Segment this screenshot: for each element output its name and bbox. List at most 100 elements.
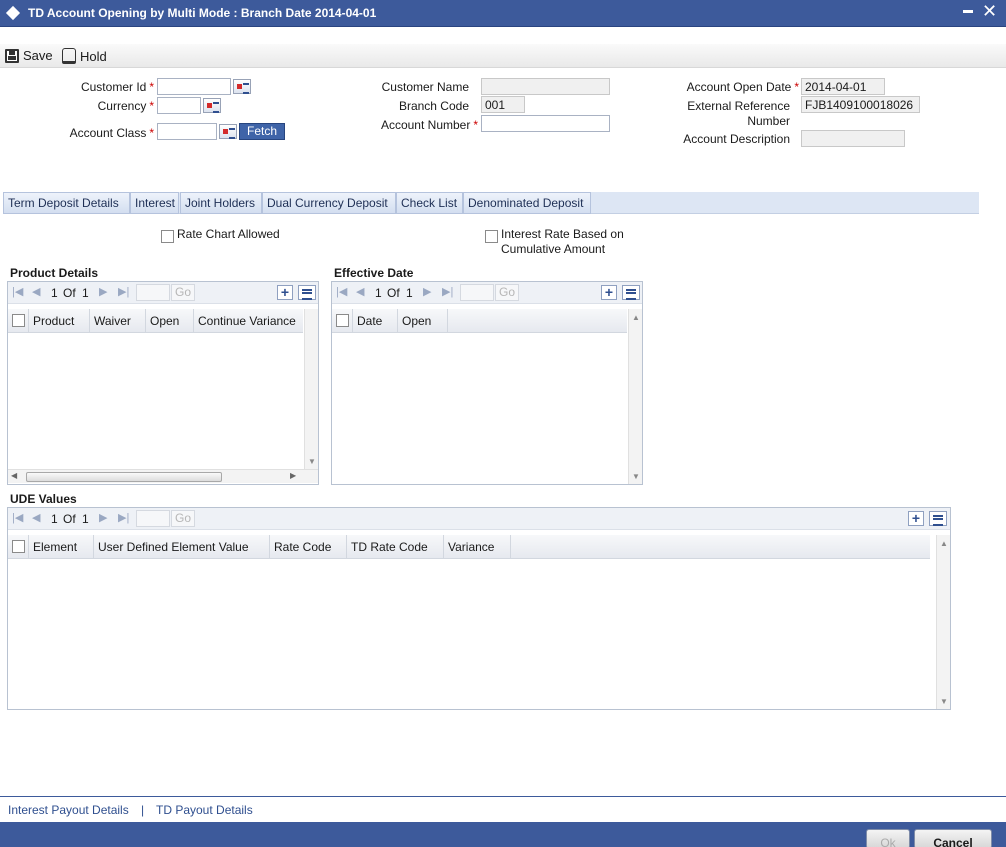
tab-joint-holders[interactable]: Joint Holders — [180, 192, 262, 214]
scroll-down-icon[interactable]: ▼ — [632, 472, 640, 481]
column-header-open: Open — [146, 309, 194, 333]
account-open-date-field: 2014-04-01 — [801, 78, 885, 95]
scroll-down-icon[interactable]: ▼ — [308, 457, 316, 466]
customer-name-label: Customer Name — [381, 80, 469, 94]
ok-button[interactable]: Ok — [866, 829, 910, 847]
save-label: Save — [23, 48, 53, 63]
account-description-field — [801, 130, 905, 147]
scroll-left-icon[interactable]: ◀ — [11, 471, 17, 480]
minimize-icon[interactable] — [963, 10, 973, 13]
first-page-icon[interactable]: |◀ — [12, 285, 23, 298]
current-page: 1 — [51, 286, 58, 300]
list-view-icon[interactable] — [298, 285, 316, 300]
interest-payout-details-link[interactable]: Interest Payout Details — [8, 803, 129, 817]
td-payout-details-link[interactable]: TD Payout Details — [156, 803, 253, 817]
effective-date-vscroll[interactable]: ▲ ▼ — [628, 309, 642, 484]
tab-dual-currency-deposit[interactable]: Dual Currency Deposit — [262, 192, 396, 214]
branch-code-label: Branch Code — [398, 99, 469, 113]
scroll-up-icon[interactable]: ▲ — [940, 539, 948, 548]
fetch-button[interactable]: Fetch — [239, 123, 285, 140]
column-header-user-defined-element-value: User Defined Element Value — [94, 535, 270, 559]
account-class-label: Account Class * — [69, 126, 154, 140]
prev-page-icon[interactable]: ◀ — [356, 285, 364, 298]
product-details-vscroll[interactable]: ▼ — [304, 309, 318, 469]
tab-interest[interactable]: Interest — [130, 192, 179, 214]
footer-links-bar: Interest Payout Details | TD Payout Deta… — [0, 796, 1006, 822]
toolbar: Save Hold — [0, 44, 1006, 68]
app-diamond-icon — [5, 5, 21, 21]
add-row-icon[interactable]: + — [601, 285, 617, 300]
prev-page-icon[interactable]: ◀ — [32, 511, 40, 524]
first-page-icon[interactable]: |◀ — [12, 511, 23, 524]
scroll-up-icon[interactable]: ▲ — [632, 313, 640, 322]
column-header-product: Product — [29, 309, 90, 333]
add-row-icon[interactable]: + — [908, 511, 924, 526]
ude-values-vscroll[interactable]: ▲ ▼ — [936, 535, 950, 709]
product-details-title: Product Details — [10, 266, 99, 280]
select-all-cell — [8, 535, 29, 559]
scroll-down-icon[interactable]: ▼ — [940, 697, 948, 706]
effective-date-panel: |◀ ◀ 1 Of 1 ▶ ▶| Go + Date Open ▲ ▼ — [331, 281, 643, 485]
account-class-input[interactable] — [157, 123, 217, 140]
last-page-icon[interactable]: ▶| — [118, 511, 129, 524]
external-reference-label-line2: Number — [747, 114, 790, 128]
select-all-checkbox[interactable] — [12, 314, 25, 327]
hold-button[interactable]: Hold — [62, 48, 107, 64]
total-pages: 1 — [82, 286, 89, 300]
cancel-button[interactable]: Cancel — [914, 829, 992, 847]
tab-denominated-deposit[interactable]: Denominated Deposit — [463, 192, 591, 214]
page-number-input[interactable] — [136, 510, 170, 527]
customer-name-field — [481, 78, 610, 95]
last-page-icon[interactable]: ▶| — [442, 285, 453, 298]
hscroll-thumb[interactable] — [26, 472, 222, 482]
go-button[interactable]: Go — [171, 284, 195, 301]
effective-date-pager: |◀ ◀ 1 Of 1 ▶ ▶| Go + — [332, 282, 642, 304]
product-details-hscroll[interactable]: ◀ ▶ — [8, 469, 318, 483]
list-view-icon[interactable] — [622, 285, 640, 300]
interest-rate-cumulative-label-line2: Cumulative Amount — [501, 242, 606, 256]
rate-chart-allowed-label: Rate Chart Allowed — [177, 227, 280, 241]
next-page-icon[interactable]: ▶ — [423, 285, 431, 298]
effective-date-title: Effective Date — [334, 266, 414, 280]
product-details-panel: |◀ ◀ 1 Of 1 ▶ ▶| Go + Product Waiver Ope… — [7, 281, 319, 485]
select-all-checkbox[interactable] — [12, 540, 25, 553]
list-view-icon[interactable] — [929, 511, 947, 526]
scroll-right-icon[interactable]: ▶ — [290, 471, 296, 480]
select-all-cell — [332, 309, 353, 333]
select-all-checkbox[interactable] — [336, 314, 349, 327]
interest-rate-cumulative-label: Interest Rate Based on — [501, 227, 624, 241]
go-button[interactable]: Go — [495, 284, 519, 301]
tab-term-deposit-details[interactable]: Term Deposit Details — [3, 192, 130, 214]
go-button[interactable]: Go — [171, 510, 195, 527]
hold-label: Hold — [80, 48, 107, 64]
customer-id-label: Customer Id * — [80, 80, 154, 94]
close-icon[interactable]: ✕ — [982, 1, 997, 21]
hold-hand-icon — [62, 48, 76, 64]
rate-chart-allowed-checkbox[interactable] — [161, 230, 174, 243]
prev-page-icon[interactable]: ◀ — [32, 285, 40, 298]
tab-check-list[interactable]: Check List — [396, 192, 463, 214]
interest-rate-cumulative-checkbox[interactable] — [485, 230, 498, 243]
column-header-td-rate-code: TD Rate Code — [347, 535, 444, 559]
first-page-icon[interactable]: |◀ — [336, 285, 347, 298]
column-header-waiver: Waiver — [90, 309, 146, 333]
page-number-input[interactable] — [136, 284, 170, 301]
add-row-icon[interactable]: + — [277, 285, 293, 300]
customer-id-lov-icon[interactable] — [233, 79, 251, 94]
total-pages: 1 — [82, 512, 89, 526]
currency-input[interactable] — [157, 97, 201, 114]
page-number-input[interactable] — [460, 284, 494, 301]
total-pages: 1 — [406, 286, 413, 300]
next-page-icon[interactable]: ▶ — [99, 285, 107, 298]
save-button[interactable]: Save — [5, 48, 53, 63]
footer-link-separator: | — [141, 803, 145, 817]
product-details-grid-header: Product Waiver Open Continue Variance — [8, 309, 303, 333]
last-page-icon[interactable]: ▶| — [118, 285, 129, 298]
account-number-input[interactable] — [481, 115, 610, 132]
ude-values-panel: |◀ ◀ 1 Of 1 ▶ ▶| Go + Element User Defin… — [7, 507, 951, 710]
currency-lov-icon[interactable] — [203, 98, 221, 113]
account-class-lov-icon[interactable] — [219, 124, 237, 139]
customer-id-input[interactable] — [157, 78, 231, 95]
ude-values-title: UDE Values — [10, 492, 77, 506]
next-page-icon[interactable]: ▶ — [99, 511, 107, 524]
